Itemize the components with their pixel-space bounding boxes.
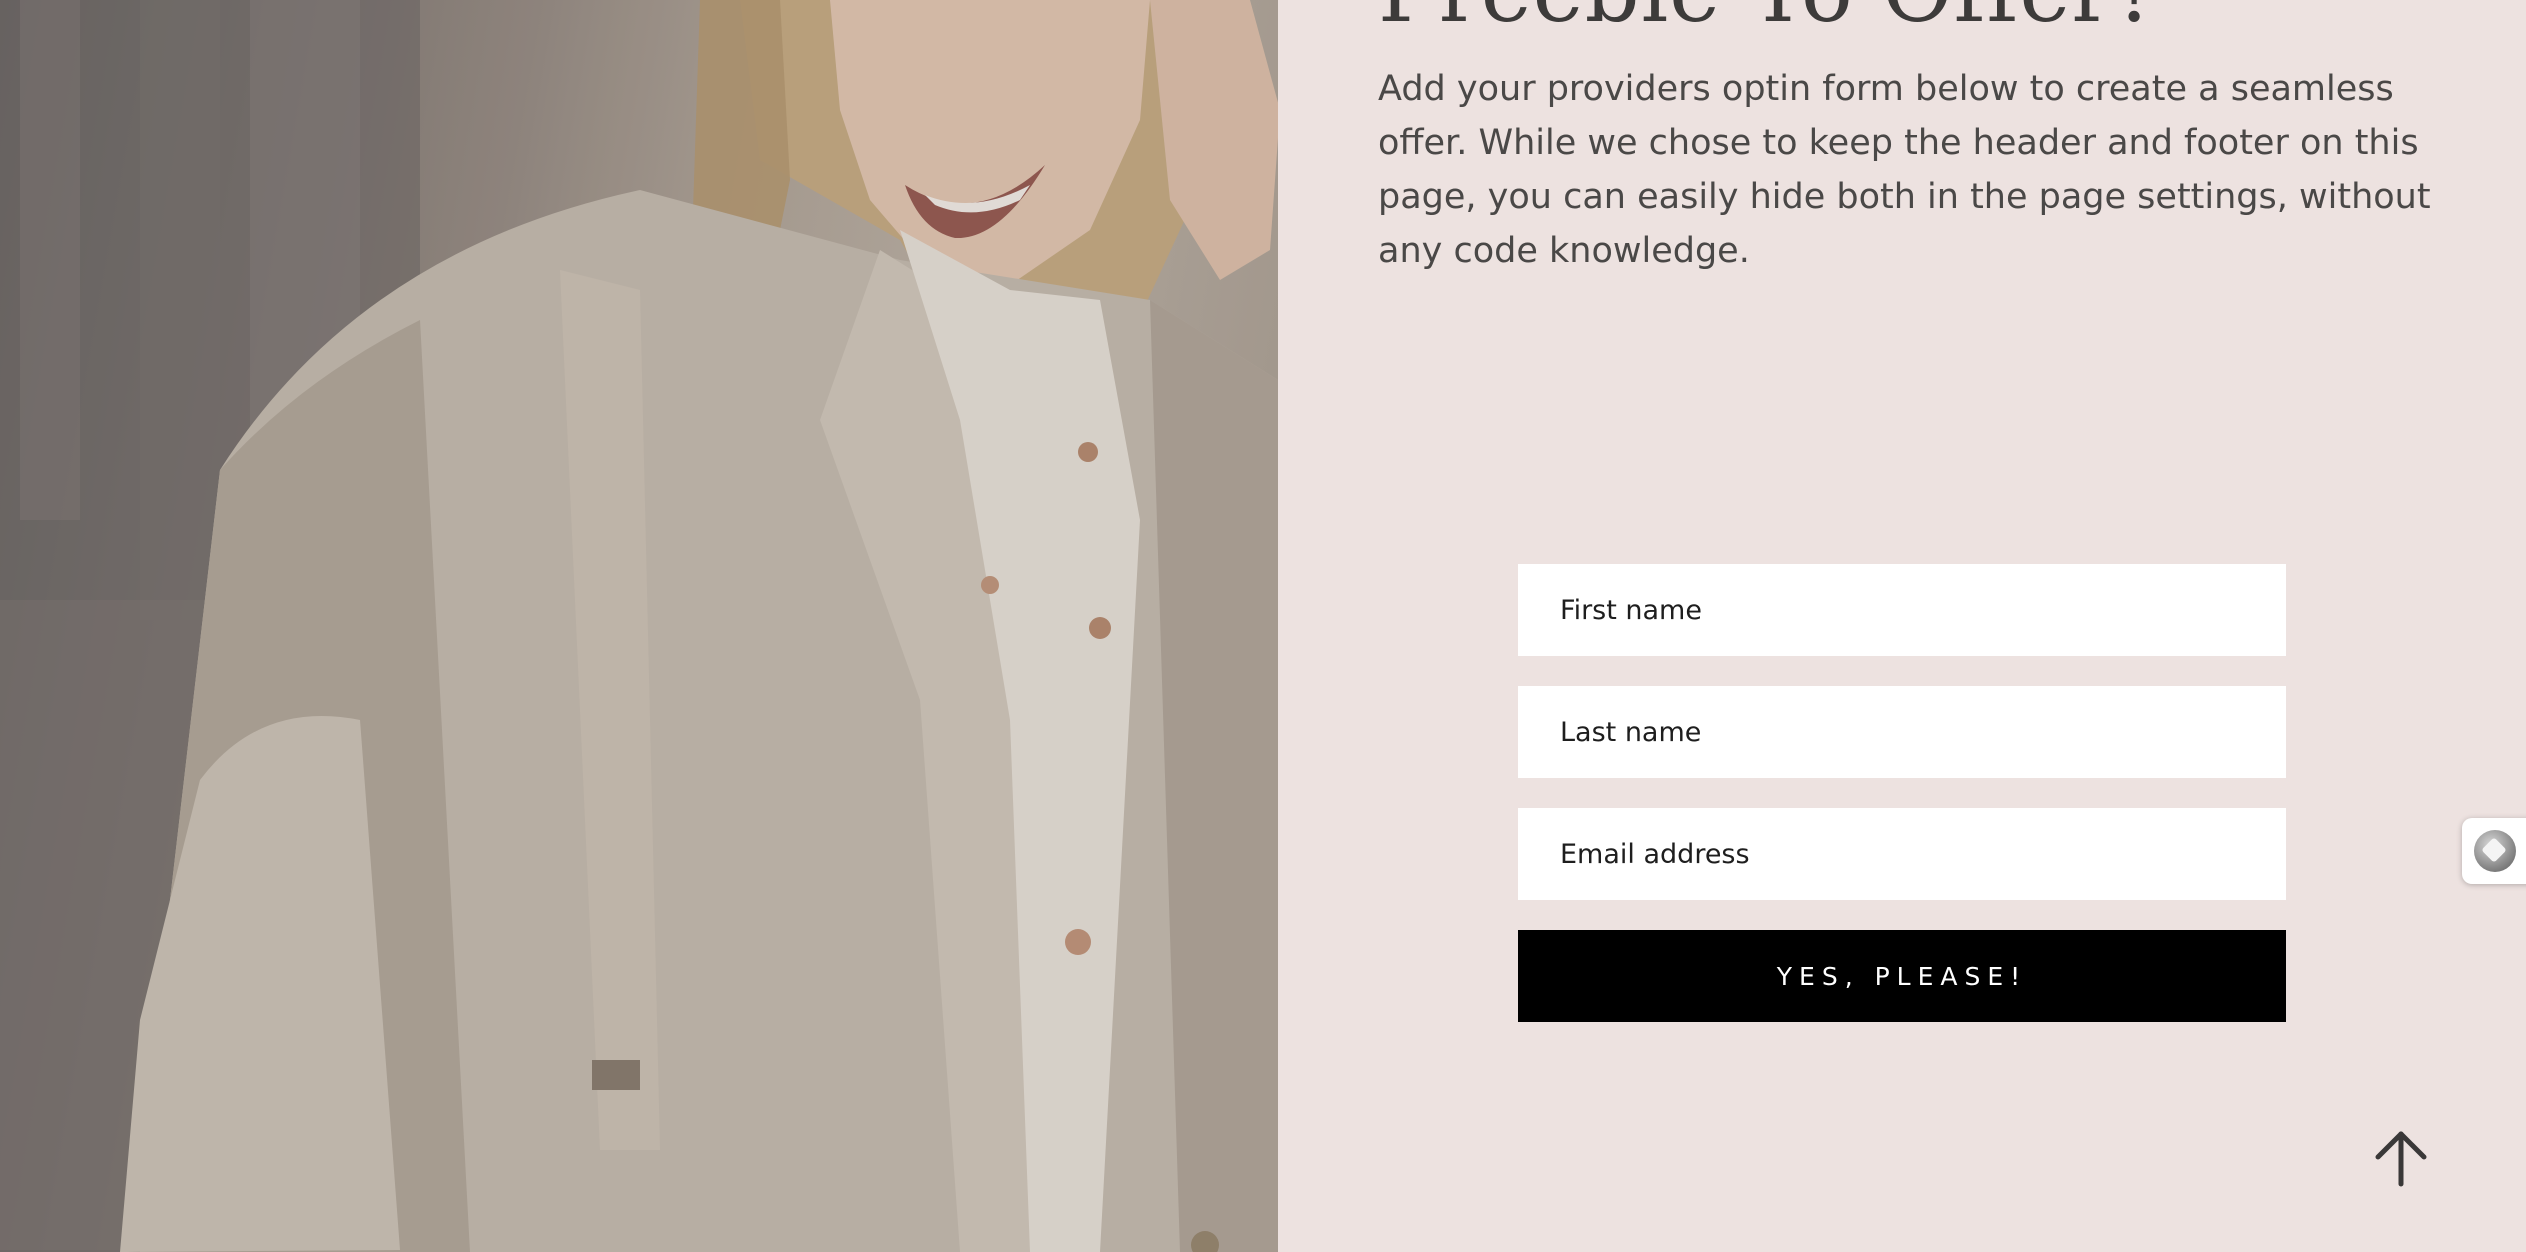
email-input[interactable] — [1518, 808, 2286, 900]
last-name-input[interactable] — [1518, 686, 2286, 778]
optin-form: YES, PLEASE! — [1518, 564, 2286, 1022]
page: Freebie To Offer? Add your providers opt… — [0, 0, 2526, 1252]
arrow-up-icon — [2375, 1131, 2427, 1187]
accessibility-widget-icon — [2474, 830, 2516, 872]
first-name-input[interactable] — [1518, 564, 2286, 656]
back-to-top-button[interactable] — [2370, 1128, 2432, 1190]
hero-photo — [0, 0, 1278, 1252]
page-title: Freebie To Offer? — [1378, 0, 2160, 42]
side-widget-button[interactable] — [2462, 818, 2526, 884]
page-description: Add your providers optin form below to c… — [1378, 69, 2431, 271]
submit-button[interactable]: YES, PLEASE! — [1518, 930, 2286, 1022]
